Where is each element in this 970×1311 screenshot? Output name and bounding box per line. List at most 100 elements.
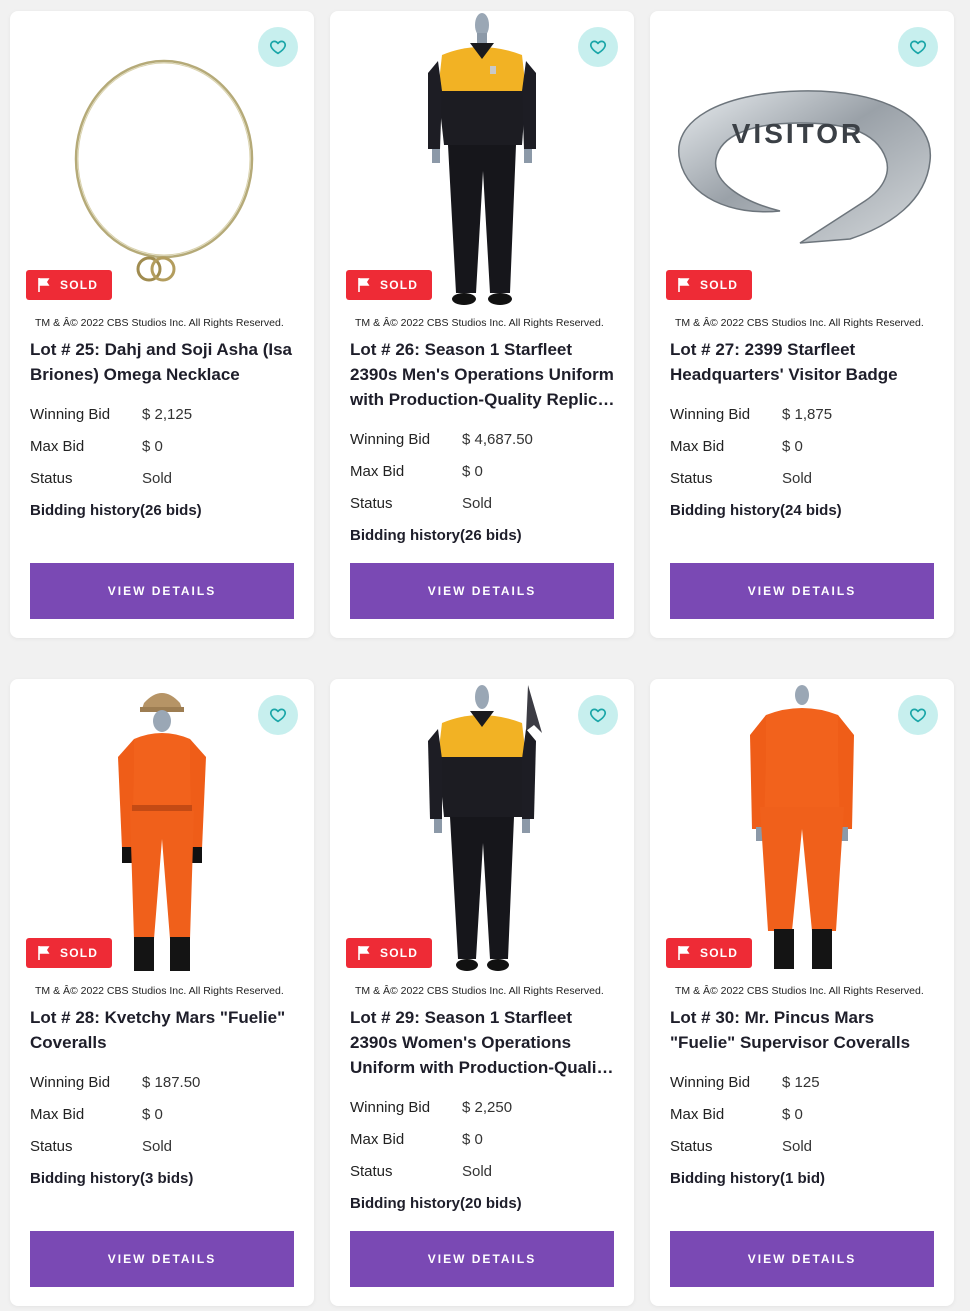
max-bid-row: Max Bid $ 0 (30, 1106, 163, 1124)
max-bid-label: Max Bid (30, 438, 85, 455)
flag-icon (678, 278, 690, 292)
heart-icon (909, 40, 927, 55)
sold-label: SOLD (380, 278, 419, 292)
status-row: Status Sold (670, 1138, 812, 1156)
max-bid-row: Max Bid $ 0 (350, 463, 483, 481)
max-bid-row: Max Bid $ 0 (670, 1106, 803, 1124)
bidding-history-link[interactable]: Bidding history(3 bids) (30, 1170, 193, 1187)
lot-card[interactable]: SOLD TM & Â© 2022 CBS Studios Inc. All R… (330, 11, 634, 638)
bidding-history-link[interactable]: Bidding history(26 bids) (30, 502, 202, 519)
winning-bid-label: Winning Bid (30, 1074, 111, 1091)
max-bid-row: Max Bid $ 0 (350, 1131, 483, 1149)
view-details-button[interactable]: VIEW DETAILS (670, 563, 934, 619)
sold-badge: SOLD (666, 938, 752, 968)
flag-icon (358, 278, 370, 292)
status-row: Status Sold (350, 495, 492, 513)
copyright-notice: TM & Â© 2022 CBS Studios Inc. All Rights… (675, 985, 924, 997)
winning-bid-row: Winning Bid $ 187.50 (30, 1074, 200, 1092)
favorite-button[interactable] (578, 27, 618, 67)
status-value: Sold (462, 495, 493, 512)
lot-card[interactable]: SOLD TM & Â© 2022 CBS Studios Inc. All R… (330, 679, 634, 1306)
copyright-notice: TM & Â© 2022 CBS Studios Inc. All Rights… (355, 317, 604, 329)
status-value: Sold (462, 1163, 493, 1180)
heart-icon (589, 40, 607, 55)
winning-bid-label: Winning Bid (670, 406, 751, 423)
max-bid-label: Max Bid (350, 1131, 405, 1148)
lot-card[interactable]: SOLD TM & Â© 2022 CBS Studios Inc. All R… (650, 679, 954, 1306)
view-details-button[interactable]: VIEW DETAILS (670, 1231, 934, 1287)
flag-icon (678, 946, 690, 960)
winning-bid-row: Winning Bid $ 2,250 (350, 1099, 512, 1117)
winning-bid-value: $ 125 (782, 1074, 820, 1091)
status-label: Status (30, 1138, 73, 1155)
status-row: Status Sold (350, 1163, 492, 1181)
status-value: Sold (782, 1138, 813, 1155)
bidding-history-link[interactable]: Bidding history(1 bid) (670, 1170, 825, 1187)
favorite-button[interactable] (898, 695, 938, 735)
winning-bid-row: Winning Bid $ 2,125 (30, 406, 192, 424)
sold-label: SOLD (60, 278, 99, 292)
view-details-button[interactable]: VIEW DETAILS (350, 563, 614, 619)
heart-icon (269, 708, 287, 723)
lot-title[interactable]: Lot # 25: Dahj and Soji Asha (Isa Brione… (30, 337, 298, 387)
max-bid-label: Max Bid (670, 1106, 725, 1123)
max-bid-value: $ 0 (462, 463, 483, 480)
sold-label: SOLD (380, 946, 419, 960)
lot-title[interactable]: Lot # 26: Season 1 Starfleet 2390s Men's… (350, 337, 618, 412)
winning-bid-value: $ 187.50 (142, 1074, 201, 1091)
max-bid-value: $ 0 (142, 1106, 163, 1123)
lot-card[interactable]: VISITOR SOLD TM & Â© 2022 CBS Studios In… (650, 11, 954, 638)
winning-bid-value: $ 2,125 (142, 406, 193, 423)
status-label: Status (670, 470, 713, 487)
bidding-history-link[interactable]: Bidding history(26 bids) (350, 527, 522, 544)
sold-badge: SOLD (666, 270, 752, 300)
lot-card[interactable]: SOLD TM & Â© 2022 CBS Studios Inc. All R… (10, 679, 314, 1306)
lot-title[interactable]: Lot # 29: Season 1 Starfleet 2390s Women… (350, 1005, 618, 1080)
max-bid-label: Max Bid (30, 1106, 85, 1123)
status-label: Status (670, 1138, 713, 1155)
status-value: Sold (142, 470, 173, 487)
status-row: Status Sold (30, 470, 172, 488)
lot-title[interactable]: Lot # 28: Kvetchy Mars "Fuelie" Coverall… (30, 1005, 298, 1055)
sold-label: SOLD (700, 946, 739, 960)
bidding-history-link[interactable]: Bidding history(20 bids) (350, 1195, 522, 1212)
max-bid-row: Max Bid $ 0 (30, 438, 163, 456)
status-label: Status (350, 1163, 393, 1180)
status-value: Sold (142, 1138, 173, 1155)
heart-icon (589, 708, 607, 723)
view-details-button[interactable]: VIEW DETAILS (30, 563, 294, 619)
favorite-button[interactable] (258, 27, 298, 67)
lot-title[interactable]: Lot # 30: Mr. Pincus Mars "Fuelie" Super… (670, 1005, 938, 1055)
winning-bid-row: Winning Bid $ 125 (670, 1074, 820, 1092)
winning-bid-value: $ 1,875 (782, 406, 833, 423)
favorite-button[interactable] (578, 695, 618, 735)
flag-icon (358, 946, 370, 960)
visitor-text: VISITOR (732, 118, 865, 149)
copyright-notice: TM & Â© 2022 CBS Studios Inc. All Rights… (675, 317, 924, 329)
view-details-button[interactable]: VIEW DETAILS (30, 1231, 294, 1287)
sold-badge: SOLD (26, 270, 112, 300)
status-label: Status (350, 495, 393, 512)
favorite-button[interactable] (258, 695, 298, 735)
heart-icon (269, 40, 287, 55)
heart-icon (909, 708, 927, 723)
status-label: Status (30, 470, 73, 487)
max-bid-value: $ 0 (782, 1106, 803, 1123)
sold-label: SOLD (60, 946, 99, 960)
view-details-button[interactable]: VIEW DETAILS (350, 1231, 614, 1287)
winning-bid-row: Winning Bid $ 1,875 (670, 406, 832, 424)
lot-title[interactable]: Lot # 27: 2399 Starfleet Headquarters' V… (670, 337, 938, 387)
winning-bid-value: $ 2,250 (462, 1099, 513, 1116)
copyright-notice: TM & Â© 2022 CBS Studios Inc. All Rights… (35, 985, 284, 997)
favorite-button[interactable] (898, 27, 938, 67)
sold-badge: SOLD (346, 938, 432, 968)
winning-bid-row: Winning Bid $ 4,687.50 (350, 431, 533, 449)
sold-badge: SOLD (26, 938, 112, 968)
winning-bid-value: $ 4,687.50 (462, 431, 533, 448)
lot-card[interactable]: SOLD TM & Â© 2022 CBS Studios Inc. All R… (10, 11, 314, 638)
bidding-history-link[interactable]: Bidding history(24 bids) (670, 502, 842, 519)
winning-bid-label: Winning Bid (670, 1074, 751, 1091)
winning-bid-label: Winning Bid (30, 406, 111, 423)
max-bid-label: Max Bid (350, 463, 405, 480)
max-bid-value: $ 0 (782, 438, 803, 455)
